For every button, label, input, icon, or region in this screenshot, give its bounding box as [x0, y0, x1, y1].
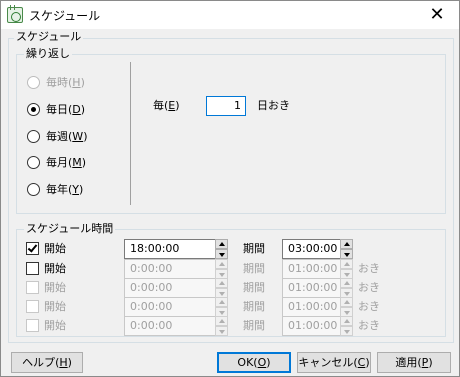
start-time-spinner-4[interactable]	[215, 297, 228, 317]
start-checkbox-2[interactable]	[26, 262, 39, 275]
period-input-1[interactable]: 03:00:00	[282, 239, 342, 259]
period-spinner-1[interactable]	[340, 239, 353, 259]
start-time-input-2[interactable]: 0:00:00	[124, 259, 216, 279]
start-time-input-4[interactable]: 0:00:00	[124, 297, 216, 317]
radio-button[interactable]	[27, 75, 40, 89]
start-time-spinner-3[interactable]	[215, 278, 228, 298]
start-time-spinner-1[interactable]	[215, 239, 228, 259]
period-spinner-3[interactable]	[340, 278, 353, 298]
period-input-2[interactable]: 01:00:00	[282, 259, 342, 279]
period-label-1: 期間	[243, 242, 265, 255]
title-bar: スケジュール ✕	[1, 1, 459, 29]
spin-up-icon[interactable]	[215, 297, 228, 307]
period-input-5[interactable]: 01:00:00	[282, 316, 342, 336]
radio-daily-label: 毎日	[46, 103, 68, 116]
spin-up-icon[interactable]	[215, 239, 228, 249]
radio-weekly[interactable]: 毎週 (W)	[27, 128, 87, 144]
spin-down-icon[interactable]	[215, 326, 228, 336]
start-label-5: 開始	[44, 319, 66, 332]
apply-button[interactable]: 適用(P)	[377, 352, 451, 373]
spin-up-icon[interactable]	[340, 297, 353, 307]
cancel-button[interactable]: キャンセル(C)	[297, 352, 371, 373]
start-time-spinner-2[interactable]	[215, 259, 228, 279]
start-time-spinner-5[interactable]	[215, 316, 228, 336]
spin-up-icon[interactable]	[215, 259, 228, 269]
spin-up-icon[interactable]	[340, 316, 353, 326]
interval-suffix-2: おき	[358, 262, 380, 275]
start-checkbox-5[interactable]	[26, 319, 39, 332]
period-spinner-5[interactable]	[340, 316, 353, 336]
radio-button[interactable]	[27, 182, 40, 196]
spin-up-icon[interactable]	[340, 259, 353, 269]
close-button[interactable]: ✕	[415, 1, 459, 29]
schedule-group-label: スケジュール	[14, 30, 84, 43]
period-label-3: 期間	[243, 281, 265, 294]
period-label-2: 期間	[243, 262, 265, 275]
repeat-group-label: 繰り返し	[24, 47, 72, 60]
radio-button[interactable]	[27, 155, 40, 169]
radio-monthly-label: 毎月	[46, 156, 68, 169]
start-time-input-3[interactable]: 0:00:00	[124, 278, 216, 298]
spin-up-icon[interactable]	[340, 278, 353, 288]
radio-daily[interactable]: 毎日 (D)	[27, 101, 85, 117]
radio-hourly-label: 毎時	[46, 76, 68, 89]
start-time-input-5[interactable]: 0:00:00	[124, 316, 216, 336]
radio-hourly[interactable]: 毎時 (H)	[27, 74, 85, 90]
period-spinner-4[interactable]	[340, 297, 353, 317]
period-input-3[interactable]: 01:00:00	[282, 278, 342, 298]
spin-up-icon[interactable]	[340, 239, 353, 249]
schedule-time-label: スケジュール時間	[24, 222, 116, 235]
start-checkbox-3[interactable]	[26, 281, 39, 294]
radio-yearly[interactable]: 毎年 (Y)	[27, 181, 83, 197]
spin-down-icon[interactable]	[340, 326, 353, 336]
start-label-3: 開始	[44, 281, 66, 294]
help-button[interactable]: ヘルプ(H)	[11, 352, 83, 373]
every-days-input[interactable]: 1	[206, 96, 246, 116]
spin-down-icon[interactable]	[340, 249, 353, 259]
every-suffix: 日おき	[257, 99, 290, 112]
start-checkbox-1[interactable]	[26, 242, 39, 255]
window-title: スケジュール	[29, 9, 101, 23]
radio-weekly-label: 毎週	[46, 130, 68, 143]
calendar-icon	[7, 5, 23, 23]
start-time-input-1[interactable]: 18:00:00	[124, 239, 216, 259]
ok-button[interactable]: OK(O)	[217, 352, 291, 373]
interval-suffix-3: おき	[358, 281, 380, 294]
radio-button[interactable]	[27, 129, 40, 143]
spin-up-icon[interactable]	[215, 278, 228, 288]
period-label-5: 期間	[243, 319, 265, 332]
checkmark-icon	[27, 242, 38, 253]
period-label-4: 期間	[243, 300, 265, 313]
spin-up-icon[interactable]	[215, 316, 228, 326]
schedule-time-group	[16, 229, 446, 337]
radio-monthly[interactable]: 毎月 (M)	[27, 154, 86, 170]
radio-button[interactable]	[27, 102, 40, 116]
spin-down-icon[interactable]	[215, 249, 228, 259]
interval-suffix-4: おき	[358, 300, 380, 313]
radio-yearly-label: 毎年	[46, 183, 68, 196]
interval-suffix-5: おき	[358, 319, 380, 332]
period-spinner-2[interactable]	[340, 259, 353, 279]
start-label-2: 開始	[44, 262, 66, 275]
period-input-4[interactable]: 01:00:00	[282, 297, 342, 317]
start-label-4: 開始	[44, 300, 66, 313]
start-label-1: 開始	[44, 242, 66, 255]
schedule-dialog: スケジュール ✕ スケジュール 繰り返し 毎時 (H) 毎日 (D) 毎週 (W) 毎…	[0, 0, 460, 377]
every-label: 毎(E)	[153, 99, 180, 112]
divider	[130, 62, 131, 205]
start-checkbox-4[interactable]	[26, 300, 39, 313]
